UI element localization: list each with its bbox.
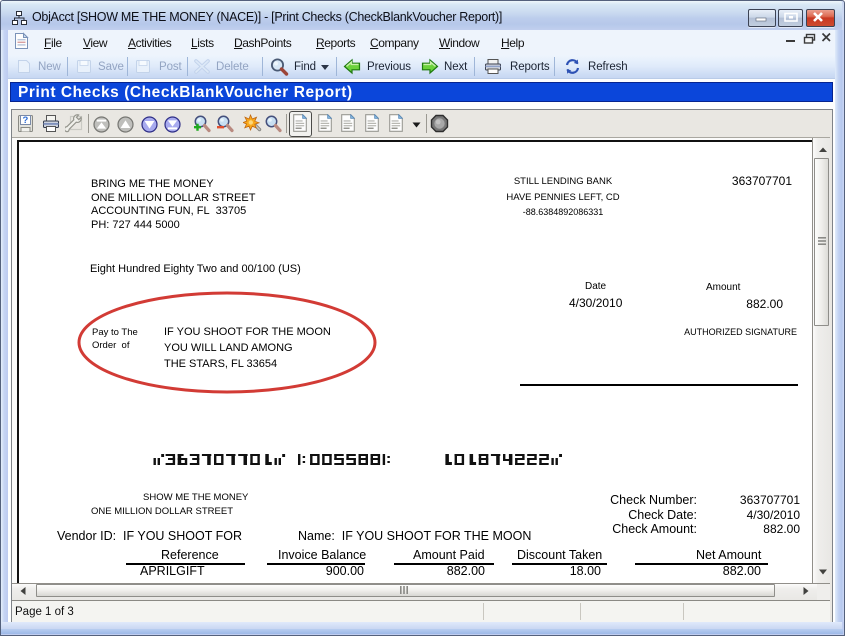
svg-text:?: ? — [22, 115, 28, 126]
